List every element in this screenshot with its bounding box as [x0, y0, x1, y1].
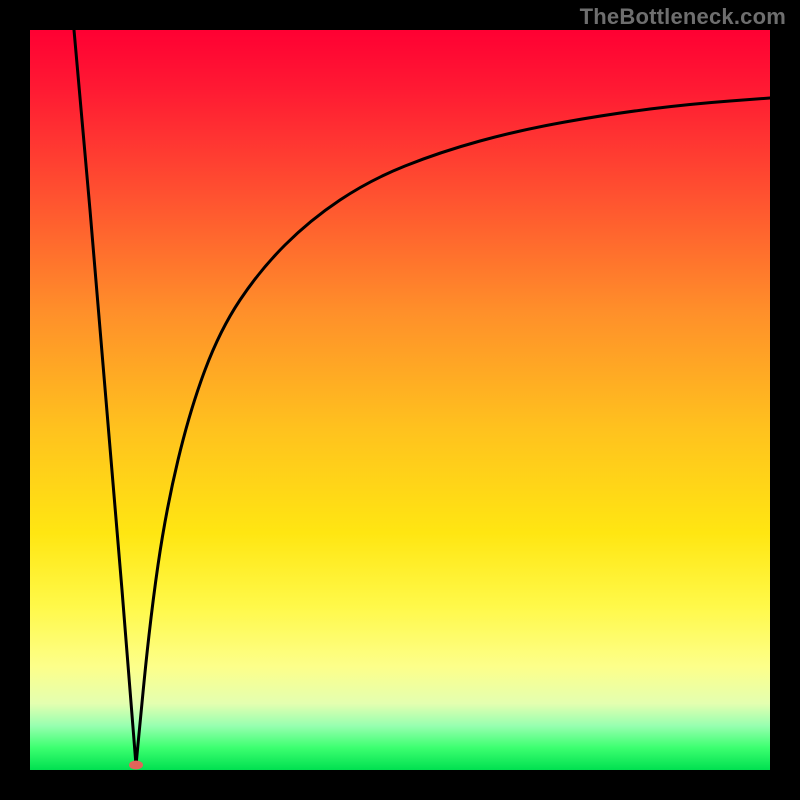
vertex-marker [129, 761, 143, 770]
watermark-text: TheBottleneck.com [580, 4, 786, 30]
chart-frame: TheBottleneck.com [0, 0, 800, 800]
plot-area [30, 30, 770, 770]
curve-svg [30, 30, 770, 770]
bottleneck-curve [74, 30, 770, 765]
